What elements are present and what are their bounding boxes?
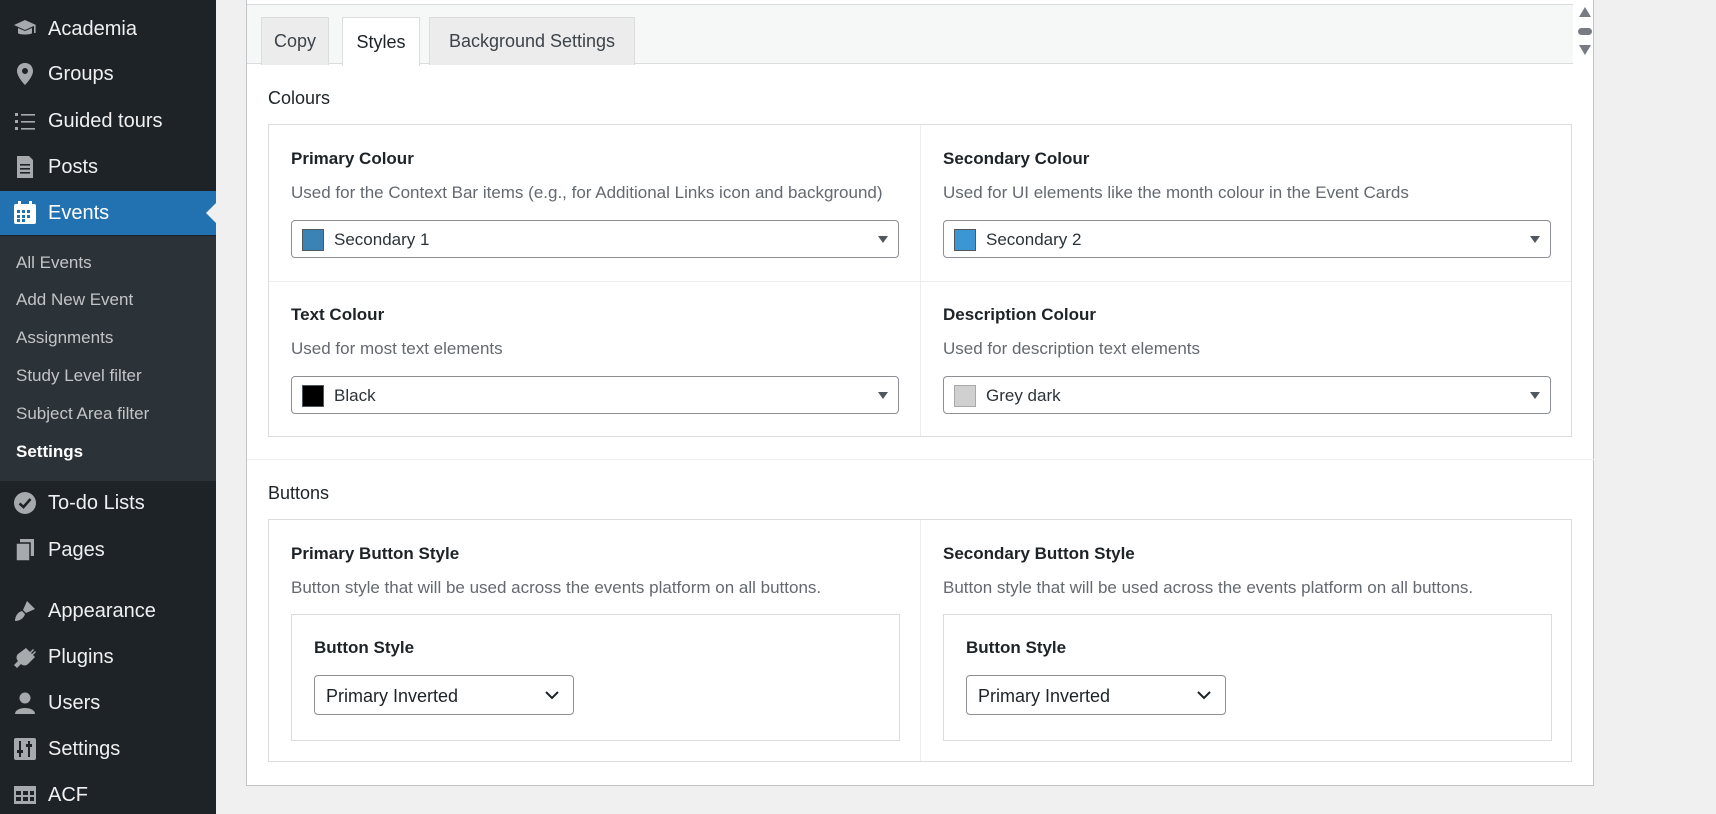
plug-icon: [12, 644, 38, 670]
description-colour-select[interactable]: Grey dark: [943, 376, 1551, 414]
secondary-colour-select[interactable]: Secondary 2: [943, 220, 1551, 258]
submenu-item-add-new-event[interactable]: Add New Event: [16, 290, 133, 310]
move-up-icon[interactable]: [1577, 6, 1593, 18]
admin-sidebar: Academia Groups Guided tours Posts Event…: [0, 0, 216, 814]
text-colour-description: Used for most text elements: [291, 339, 503, 358]
submenu-item-subject-area-filter[interactable]: Subject Area filter: [16, 404, 149, 424]
button-style-label: Button Style: [966, 638, 1067, 657]
sliders-icon: [12, 736, 38, 762]
colours-section-title: Colours: [268, 88, 331, 108]
secondary-button-style-box: Button Style Primary Inverted: [943, 614, 1552, 741]
primary-button-style-description: Button style that will be used across th…: [291, 578, 822, 597]
section-separator: [247, 459, 1595, 460]
selected-value: Grey dark: [986, 386, 1061, 405]
chevron-down-icon: [1195, 686, 1213, 704]
active-arrow-icon: [206, 203, 216, 223]
check-circle-icon: [12, 490, 38, 516]
secondary-button-style-label: Secondary Button Style: [943, 544, 1135, 563]
events-submenu: All Events Add New Event Assignments Stu…: [0, 236, 216, 481]
tab-background-settings[interactable]: Background Settings: [429, 17, 635, 65]
menu-label: Settings: [48, 737, 121, 760]
settings-panel: Copy Styles Background Settings Colours …: [246, 0, 1595, 786]
menu-label: Events: [48, 201, 110, 224]
dropdown-caret-icon: [1530, 236, 1540, 243]
menu-item-plugins[interactable]: Plugins: [0, 635, 216, 679]
menu-item-guided-tours[interactable]: Guided tours: [0, 99, 216, 143]
menu-item-settings[interactable]: Settings: [0, 727, 216, 771]
pages-icon: [12, 537, 38, 563]
paintbrush-icon: [12, 598, 38, 624]
menu-label: Pages: [48, 538, 105, 561]
menu-label: Posts: [48, 155, 99, 178]
tab-styles[interactable]: Styles: [342, 17, 420, 66]
colour-swatch: [954, 229, 976, 251]
selected-value: Primary Inverted: [978, 686, 1111, 706]
menu-item-pages[interactable]: Pages: [0, 528, 216, 572]
selected-value: Secondary 1: [334, 230, 430, 249]
menu-label: ACF: [48, 783, 88, 806]
menu-label: To-do Lists: [48, 491, 145, 514]
chevron-down-icon: [543, 686, 561, 704]
text-colour-label: Text Colour: [291, 305, 385, 324]
list-icon: [12, 108, 38, 134]
row-divider: [269, 281, 1571, 282]
graduation-cap-icon: [12, 16, 38, 42]
menu-item-events[interactable]: Events: [0, 191, 216, 235]
drag-handle-icon[interactable]: [1577, 28, 1593, 36]
primary-colour-description: Used for the Context Bar items (e.g., fo…: [291, 183, 883, 202]
buttons-group: Primary Button Style Button style that w…: [268, 519, 1572, 762]
column-divider: [920, 520, 921, 761]
table-icon: [12, 782, 38, 808]
location-pin-icon: [12, 61, 38, 87]
menu-item-posts[interactable]: Posts: [0, 145, 216, 189]
description-colour-description: Used for description text elements: [943, 339, 1201, 358]
menu-label: Guided tours: [48, 109, 163, 132]
dropdown-caret-icon: [878, 236, 888, 243]
submenu-item-assignments[interactable]: Assignments: [16, 328, 113, 348]
secondary-button-style-select[interactable]: Primary Inverted: [966, 675, 1226, 715]
menu-label: Plugins: [48, 645, 114, 668]
colours-group: Primary Colour Used for the Context Bar …: [268, 124, 1572, 437]
colour-swatch: [954, 385, 976, 407]
menu-item-groups[interactable]: Groups: [0, 52, 216, 96]
menu-item-todo-lists[interactable]: To-do Lists: [0, 481, 216, 525]
secondary-button-style-description: Button style that will be used across th…: [943, 578, 1474, 597]
primary-colour-select[interactable]: Secondary 1: [291, 220, 899, 258]
button-style-label: Button Style: [314, 638, 415, 657]
text-colour-select[interactable]: Black: [291, 376, 899, 414]
menu-item-academia[interactable]: Academia: [0, 7, 216, 51]
menu-label: Users: [48, 691, 101, 714]
selected-value: Secondary 2: [986, 230, 1082, 249]
secondary-colour-description: Used for UI elements like the month colo…: [943, 183, 1409, 202]
primary-button-style-box: Button Style Primary Inverted: [291, 614, 900, 741]
user-icon: [12, 690, 38, 716]
dropdown-caret-icon: [878, 392, 888, 399]
menu-label: Groups: [48, 62, 114, 85]
menu-item-acf[interactable]: ACF: [0, 773, 216, 814]
tab-copy[interactable]: Copy: [261, 17, 329, 65]
selected-value: Primary Inverted: [326, 686, 459, 706]
submenu-item-settings[interactable]: Settings: [16, 442, 83, 462]
selected-value: Black: [334, 386, 376, 405]
tab-bar: Copy Styles Background Settings: [247, 4, 1573, 66]
secondary-colour-label: Secondary Colour: [943, 149, 1090, 168]
primary-colour-label: Primary Colour: [291, 149, 414, 168]
dropdown-caret-icon: [1530, 392, 1540, 399]
primary-button-style-label: Primary Button Style: [291, 544, 460, 563]
colour-swatch: [302, 385, 324, 407]
colour-swatch: [302, 229, 324, 251]
submenu-item-all-events[interactable]: All Events: [16, 253, 92, 273]
move-down-icon[interactable]: [1577, 44, 1593, 56]
submenu-item-study-level-filter[interactable]: Study Level filter: [16, 366, 142, 386]
menu-label: Academia: [48, 17, 137, 40]
primary-button-style-select[interactable]: Primary Inverted: [314, 675, 574, 715]
description-colour-label: Description Colour: [943, 305, 1097, 324]
calendar-icon: [12, 200, 38, 226]
menu-item-appearance[interactable]: Appearance: [0, 589, 216, 633]
pushpin-document-icon: [12, 154, 38, 180]
menu-item-users[interactable]: Users: [0, 681, 216, 725]
menu-label: Appearance: [48, 599, 156, 622]
buttons-section-title: Buttons: [268, 483, 330, 503]
